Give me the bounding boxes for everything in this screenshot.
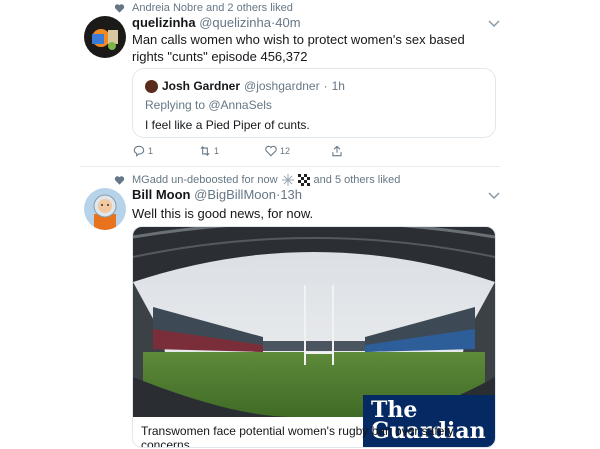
display-name[interactable]: Bill Moon bbox=[132, 187, 191, 202]
avatar-bill-moon[interactable] bbox=[84, 188, 126, 230]
quoted-tweet[interactable]: Josh Gardner @joshgardner · 1h Replying to… bbox=[132, 68, 496, 138]
handle[interactable]: @quelizinha bbox=[199, 15, 271, 30]
avatar bbox=[145, 79, 158, 93]
timestamp: 1h bbox=[331, 79, 345, 93]
snowflake-icon bbox=[281, 174, 294, 186]
tweet-header-1: quelizinha @quelizinha·40m bbox=[132, 15, 301, 30]
tweet-divider bbox=[80, 166, 500, 167]
avatar-image bbox=[84, 16, 126, 58]
social-context-text: Andreia Nobre and 2 others liked bbox=[132, 2, 293, 14]
handle: @joshgardner bbox=[244, 79, 320, 93]
checkered-flag-icon bbox=[297, 174, 310, 186]
retweet-button[interactable]: 1 bbox=[198, 144, 219, 158]
social-context-2: MGadd un-deboosted for now and 5 others … bbox=[114, 174, 401, 186]
retweet-icon bbox=[200, 146, 210, 156]
tweet-text: Man calls women who wish to protect wome… bbox=[132, 32, 465, 64]
tweet-actions-1: 1 1 12 bbox=[132, 144, 352, 160]
chevron-down-icon[interactable] bbox=[488, 20, 500, 28]
replying-to: Replying to @AnnaSels bbox=[145, 98, 272, 112]
retweet-count: 1 bbox=[214, 146, 220, 156]
display-name: Josh Gardner bbox=[162, 79, 241, 93]
astronaut-avatar-image bbox=[84, 188, 126, 230]
tweet-header-2: Bill Moon @BigBillMoon·13h bbox=[132, 187, 303, 202]
social-context-tail: and 5 others liked bbox=[313, 174, 401, 186]
like-count: 12 bbox=[280, 146, 291, 156]
share-button[interactable] bbox=[330, 144, 344, 158]
rugby-stadium-image bbox=[133, 227, 495, 417]
avatar-quelizinha[interactable] bbox=[84, 16, 126, 58]
social-context-text: MGadd un-deboosted for now bbox=[132, 174, 278, 186]
timestamp[interactable]: 40m bbox=[275, 15, 300, 30]
quote-header: Josh Gardner @joshgardner · 1h bbox=[145, 79, 345, 93]
share-icon bbox=[332, 145, 342, 157]
social-context-1: Andreia Nobre and 2 others liked bbox=[114, 2, 293, 14]
timestamp[interactable]: 13h bbox=[280, 187, 302, 202]
reply-button[interactable]: 1 bbox=[132, 144, 153, 158]
chevron-down-icon[interactable] bbox=[488, 192, 500, 200]
handle[interactable]: @BigBillMoon bbox=[194, 187, 276, 202]
tweet-text: Well this is good news, for now. bbox=[132, 206, 314, 221]
heart-icon bbox=[114, 4, 125, 13]
heart-icon bbox=[114, 176, 125, 185]
reply-count: 1 bbox=[148, 146, 154, 156]
like-button[interactable]: 12 bbox=[264, 144, 290, 158]
heart-icon bbox=[265, 145, 277, 157]
quote-text: I feel like a Pied Piper of cunts. bbox=[145, 118, 310, 132]
link-card[interactable]: The Guardian Transwomen face potential w… bbox=[132, 226, 496, 448]
card-title: Transwomen face potential women's rugby … bbox=[141, 424, 454, 448]
display-name[interactable]: quelizinha bbox=[132, 15, 196, 30]
reply-icon bbox=[133, 145, 145, 157]
